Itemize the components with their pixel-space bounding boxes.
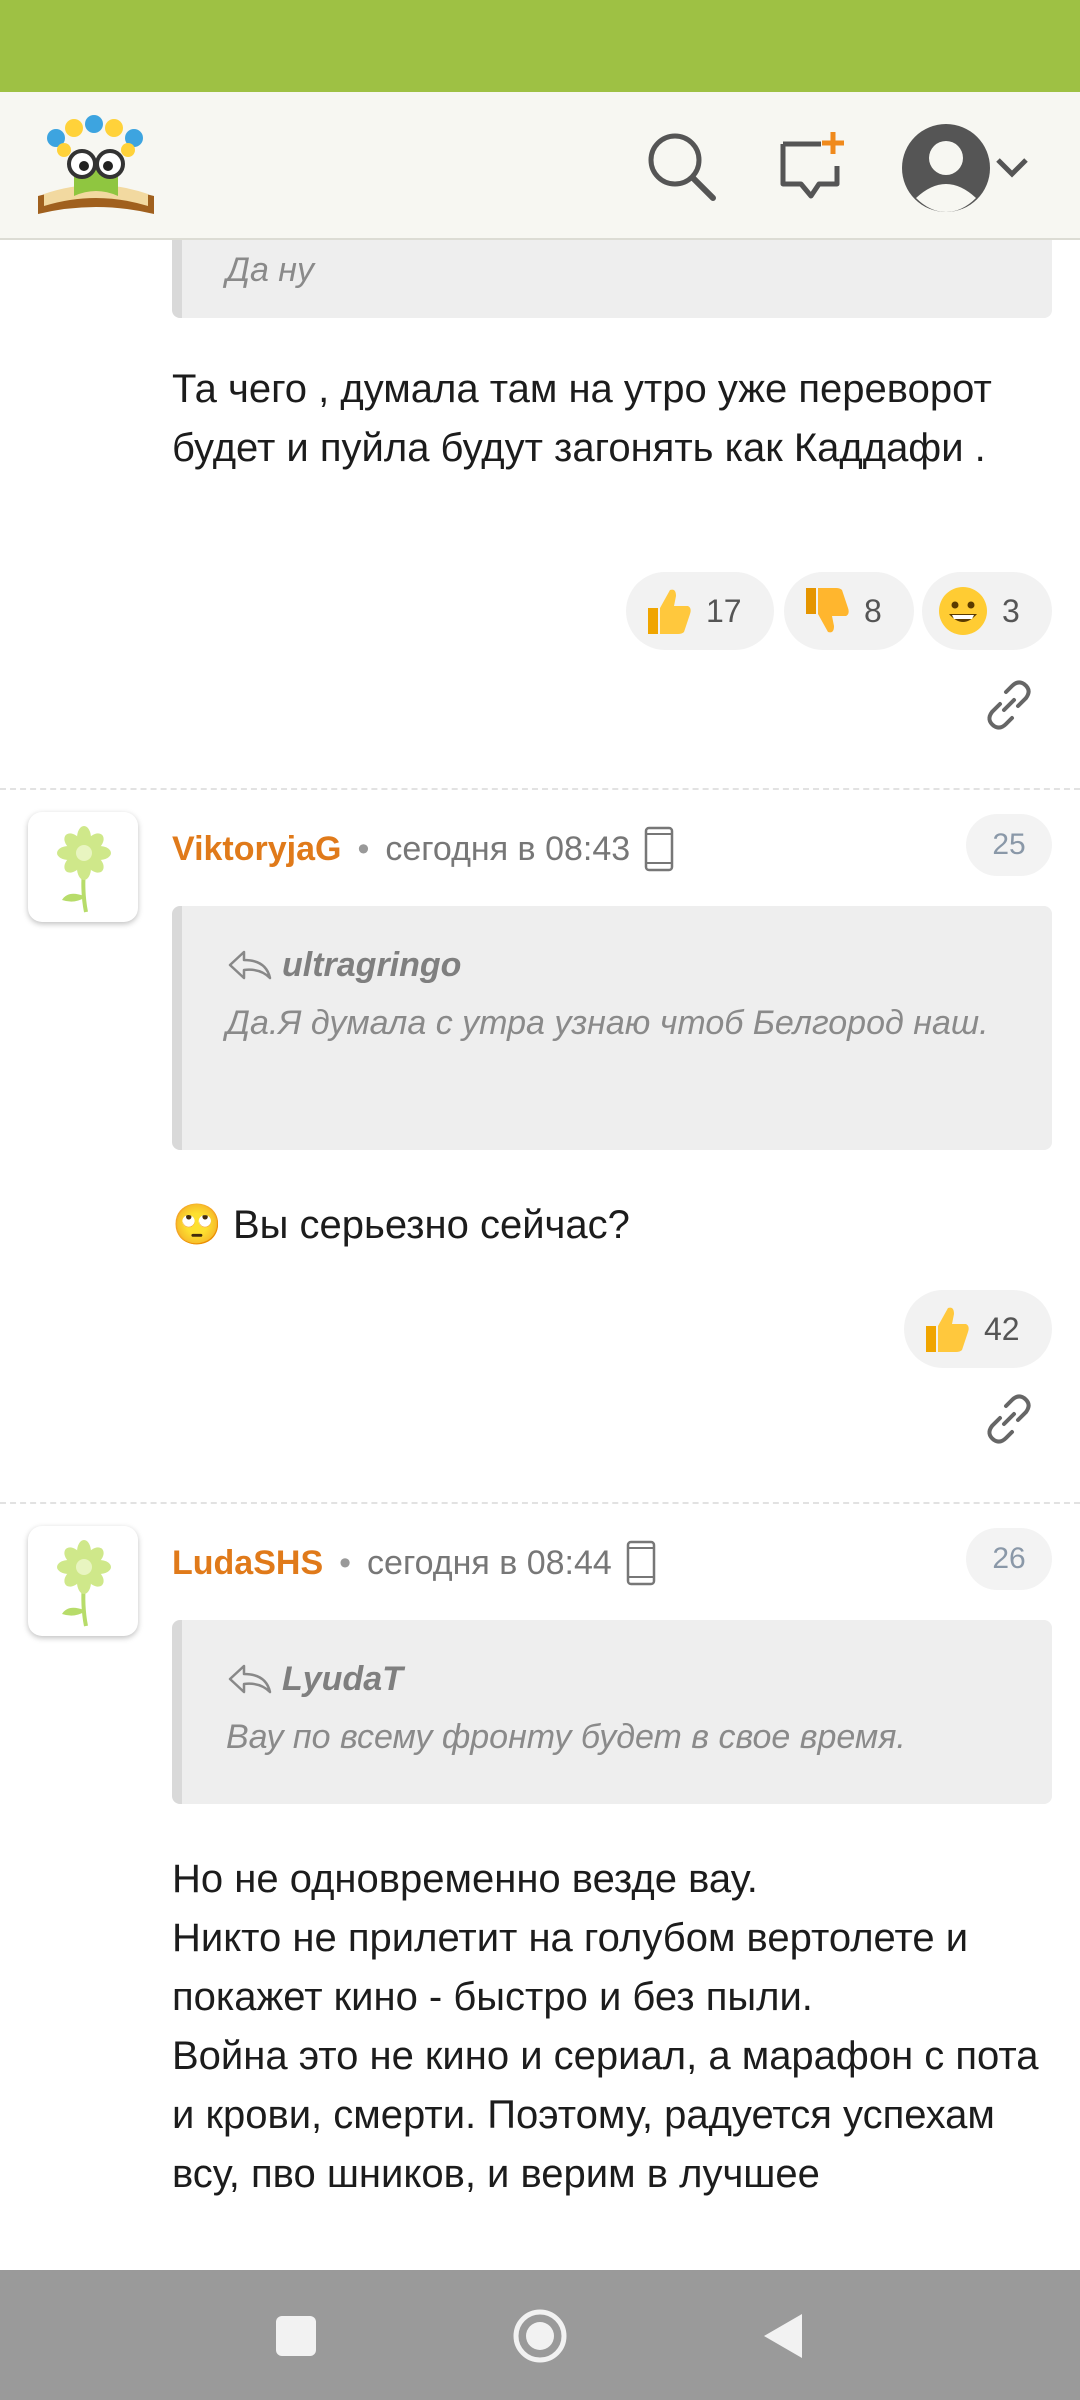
meta-separator: • [357,829,370,868]
quote-text: Вау по всему фронту будет в свое время. [226,1718,906,1756]
comment-text: Но не одновременно везде вау. Никто не п… [172,1850,1052,2204]
username[interactable]: LudaSHS [172,1544,323,1583]
thumbs-up-icon [648,589,691,634]
comment-meta: LudaSHS • сегодня в 08:44 [172,1538,656,1588]
username[interactable]: ViktoryjaG [172,830,341,869]
like-count: 17 [706,592,742,629]
comment-text: Вы серьезно сейчас? [232,1203,630,1247]
comment-text: Та чего , думала там на утро уже перевор… [172,367,992,470]
quote-author[interactable]: LyudaT [282,1650,403,1708]
meta-separator: • [339,1543,352,1582]
comment-text-row: 🙄 Вы серьезно сейчас? [172,1196,1052,1255]
grin-icon [939,587,987,635]
back-button[interactable] [752,2304,816,2368]
comment-number[interactable]: 26 [966,1528,1052,1590]
flower-avatar-icon [57,826,111,913]
comment-meta: ViktoryjaG • сегодня в 08:43 [172,824,674,874]
grin-count: 3 [1002,592,1020,629]
app-header [0,92,1080,240]
home-button[interactable] [508,2304,572,2368]
comment-time: сегодня в 08:43 [385,829,631,868]
status-bar [0,0,1080,92]
grin-reaction[interactable]: 3 [922,572,1052,650]
system-nav-bar [0,2270,1080,2400]
quote-block: LyudaT Вау по всему фронту будет в свое … [172,1620,1052,1804]
recents-button[interactable] [264,2304,328,2368]
comment-divider [0,1502,1080,1504]
quote-author[interactable]: ultragringo [282,936,461,994]
comment-time: сегодня в 08:44 [367,1543,612,1582]
quote-text: Да.Я думала с утра узнаю чтоб Белгород н… [226,1004,989,1042]
avatar-icon[interactable] [898,120,994,216]
like-count: 42 [984,1310,1020,1347]
quote-author-row: LyudaT [226,1650,1008,1708]
comment-line: Никто не прилетит на голубом вертолете и… [172,1916,969,2019]
comment-divider [0,788,1080,790]
like-reaction[interactable]: 42 [904,1290,1052,1368]
link-icon[interactable] [978,674,1040,736]
like-reaction[interactable]: 17 [626,572,774,650]
avatar[interactable] [28,1526,138,1636]
comments-feed: Да ну Та чего , думала там на утро уже п… [0,240,1080,2270]
mobile-device-icon [644,826,674,872]
mobile-device-icon [626,1540,656,1586]
link-icon[interactable] [978,1388,1040,1450]
flower-avatar-icon [57,1540,111,1627]
comment-line: Война это не кино и сериал, а марафон с … [172,2034,1039,2196]
thumbs-up-icon [926,1307,969,1352]
thumbs-down-icon [806,588,849,633]
quote-block: Да ну [172,240,1052,318]
quote-author-row: ultragringo [226,936,1008,994]
comment-line: Но не одновременно везде вау. [172,1857,758,1901]
reply-arrow-icon [228,950,272,980]
search-icon[interactable] [643,128,719,204]
quote-text: Да ну [226,251,315,289]
dislike-reaction[interactable]: 8 [784,572,914,650]
new-post-icon[interactable] [773,128,849,204]
dislike-count: 8 [864,592,882,629]
avatar[interactable] [28,812,138,922]
site-logo[interactable] [34,110,158,222]
quote-block: ultragringo Да.Я думала с утра узнаю что… [172,906,1052,1150]
reply-arrow-icon [228,1664,272,1694]
roll-eyes-emoji: 🙄 [172,1203,222,1247]
comment-number[interactable]: 25 [966,814,1052,876]
chevron-down-icon[interactable] [992,148,1032,188]
